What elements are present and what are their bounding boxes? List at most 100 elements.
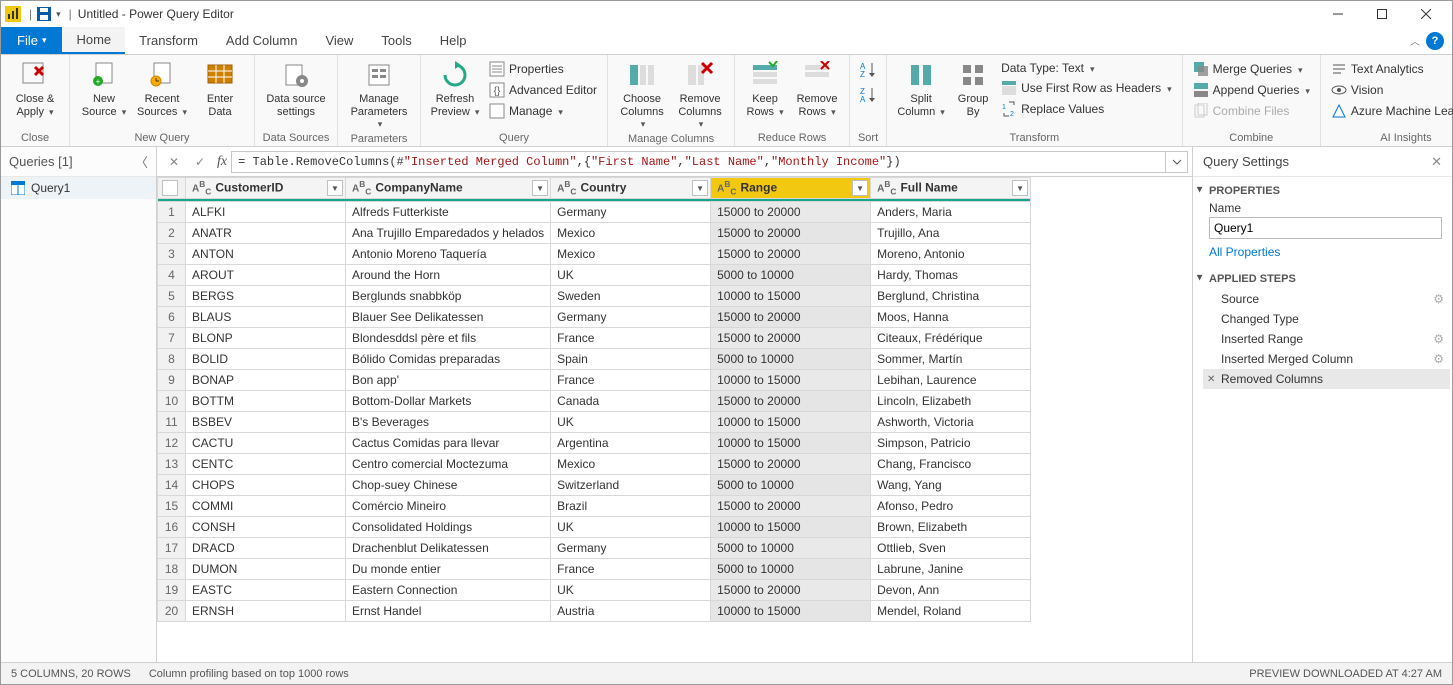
table-row[interactable]: 6BLAUSBlauer See DelikatessenGermany1500… xyxy=(158,307,1031,328)
data-grid[interactable]: ABC CustomerID▼ABC CompanyName▼ABC Count… xyxy=(157,177,1192,662)
cell[interactable]: Consolidated Holdings xyxy=(346,517,551,538)
group-by-button[interactable]: Group By xyxy=(951,57,995,121)
cell[interactable]: 10000 to 15000 xyxy=(711,286,871,307)
cell[interactable]: Around the Horn xyxy=(346,265,551,286)
gear-icon[interactable]: ⚙ xyxy=(1433,292,1444,306)
cell[interactable]: ANTON xyxy=(186,244,346,265)
new-source-button[interactable]: + New Source xyxy=(76,57,132,121)
column-filter-dropdown[interactable]: ▼ xyxy=(852,180,868,196)
cell[interactable]: Anders, Maria xyxy=(871,202,1031,223)
cell[interactable]: Bon app' xyxy=(346,370,551,391)
cell[interactable]: Mexico xyxy=(551,454,711,475)
manage-button[interactable]: Manage xyxy=(485,101,601,121)
row-number[interactable]: 7 xyxy=(158,328,186,349)
cell[interactable]: Moreno, Antonio xyxy=(871,244,1031,265)
text-analytics-button[interactable]: Text Analytics xyxy=(1327,59,1453,79)
query-settings-close-icon[interactable]: ✕ xyxy=(1431,154,1442,170)
split-column-button[interactable]: Split Column xyxy=(893,57,949,121)
use-first-row-headers-button[interactable]: Use First Row as Headers xyxy=(997,78,1176,98)
close-button[interactable] xyxy=(1404,1,1448,27)
table-row[interactable]: 1ALFKIAlfreds FutterkisteGermany15000 to… xyxy=(158,202,1031,223)
table-row[interactable]: 5BERGSBerglunds snabbköpSweden10000 to 1… xyxy=(158,286,1031,307)
column-header[interactable]: ABC CustomerID▼ xyxy=(186,178,346,199)
cell[interactable]: Argentina xyxy=(551,433,711,454)
minimize-button[interactable] xyxy=(1316,1,1360,27)
row-number[interactable]: 19 xyxy=(158,580,186,601)
applied-steps-section-header[interactable]: APPLIED STEPS xyxy=(1193,265,1452,289)
cell[interactable]: 10000 to 15000 xyxy=(711,412,871,433)
properties-section-header[interactable]: PROPERTIES xyxy=(1193,177,1452,201)
cell[interactable]: Berglunds snabbköp xyxy=(346,286,551,307)
cell[interactable]: 15000 to 20000 xyxy=(711,454,871,475)
cell[interactable]: Comércio Mineiro xyxy=(346,496,551,517)
cell[interactable]: Brown, Elizabeth xyxy=(871,517,1031,538)
cell[interactable]: 15000 to 20000 xyxy=(711,496,871,517)
formula-expand-button[interactable] xyxy=(1166,151,1188,173)
table-row[interactable]: 20ERNSHErnst HandelAustria10000 to 15000… xyxy=(158,601,1031,622)
cell[interactable]: Mendel, Roland xyxy=(871,601,1031,622)
table-row[interactable]: 9BONAPBon app'France10000 to 15000Lebiha… xyxy=(158,370,1031,391)
data-type-button[interactable]: Data Type: Text xyxy=(997,59,1176,77)
row-number[interactable]: 18 xyxy=(158,559,186,580)
cell[interactable]: Antonio Moreno Taquería xyxy=(346,244,551,265)
cell[interactable]: Centro comercial Moctezuma xyxy=(346,454,551,475)
maximize-button[interactable] xyxy=(1360,1,1404,27)
choose-columns-button[interactable]: Choose Columns xyxy=(614,57,670,133)
cell[interactable]: UK xyxy=(551,265,711,286)
cell[interactable]: B's Beverages xyxy=(346,412,551,433)
cell[interactable]: Drachenblut Delikatessen xyxy=(346,538,551,559)
ribbon-collapse-icon[interactable]: ︿ xyxy=(1410,33,1420,48)
cell[interactable]: DRACD xyxy=(186,538,346,559)
cell[interactable]: Chang, Francisco xyxy=(871,454,1031,475)
cell[interactable]: Canada xyxy=(551,391,711,412)
type-text-icon[interactable]: ABC xyxy=(192,179,212,196)
cell[interactable]: DUMON xyxy=(186,559,346,580)
cell[interactable]: 15000 to 20000 xyxy=(711,244,871,265)
column-filter-dropdown[interactable]: ▼ xyxy=(532,180,548,196)
table-row[interactable]: 14CHOPSChop-suey ChineseSwitzerland5000 … xyxy=(158,475,1031,496)
row-number[interactable]: 17 xyxy=(158,538,186,559)
formula-input[interactable]: = Table.RemoveColumns(#"Inserted Merged … xyxy=(231,151,1166,173)
cell[interactable]: Alfreds Futterkiste xyxy=(346,202,551,223)
cell[interactable]: 10000 to 15000 xyxy=(711,433,871,454)
table-row[interactable]: 18DUMONDu monde entierFrance5000 to 1000… xyxy=(158,559,1031,580)
row-number[interactable]: 5 xyxy=(158,286,186,307)
applied-step[interactable]: Source⚙ xyxy=(1203,289,1450,309)
table-row[interactable]: 17DRACDDrachenblut DelikatessenGermany50… xyxy=(158,538,1031,559)
cell[interactable]: Mexico xyxy=(551,223,711,244)
remove-rows-button[interactable]: Remove Rows xyxy=(791,57,843,121)
row-number[interactable]: 12 xyxy=(158,433,186,454)
cell[interactable]: BONAP xyxy=(186,370,346,391)
cell[interactable]: BOLID xyxy=(186,349,346,370)
cell[interactable]: CACTU xyxy=(186,433,346,454)
cell[interactable]: Mexico xyxy=(551,244,711,265)
merge-queries-button[interactable]: Merge Queries xyxy=(1189,59,1314,79)
cell[interactable]: 5000 to 10000 xyxy=(711,559,871,580)
cell[interactable]: Germany xyxy=(551,202,711,223)
replace-values-button[interactable]: 12Replace Values xyxy=(997,99,1176,119)
row-number[interactable]: 9 xyxy=(158,370,186,391)
tab-transform[interactable]: Transform xyxy=(125,27,212,54)
cell[interactable]: ANATR xyxy=(186,223,346,244)
cell[interactable]: 10000 to 15000 xyxy=(711,517,871,538)
query-item[interactable]: Query1 xyxy=(1,177,156,199)
row-number[interactable]: 13 xyxy=(158,454,186,475)
cell[interactable]: Switzerland xyxy=(551,475,711,496)
cell[interactable]: France xyxy=(551,328,711,349)
table-row[interactable]: 4AROUTAround the HornUK5000 to 10000Hard… xyxy=(158,265,1031,286)
cell[interactable]: 5000 to 10000 xyxy=(711,538,871,559)
row-number[interactable]: 6 xyxy=(158,307,186,328)
cell[interactable]: Lebihan, Laurence xyxy=(871,370,1031,391)
cell[interactable]: Du monde entier xyxy=(346,559,551,580)
cell[interactable]: 15000 to 20000 xyxy=(711,202,871,223)
cell[interactable]: CENTC xyxy=(186,454,346,475)
table-row[interactable]: 8BOLIDBólido Comidas preparadasSpain5000… xyxy=(158,349,1031,370)
qat-dropdown[interactable]: ▾ xyxy=(56,9,61,20)
close-apply-button[interactable]: Close & Apply xyxy=(7,57,63,121)
cell[interactable]: UK xyxy=(551,517,711,538)
row-number[interactable]: 16 xyxy=(158,517,186,538)
cell[interactable]: 10000 to 15000 xyxy=(711,370,871,391)
cell[interactable]: 5000 to 10000 xyxy=(711,475,871,496)
tab-help[interactable]: Help xyxy=(426,27,481,54)
cell[interactable]: Berglund, Christina xyxy=(871,286,1031,307)
